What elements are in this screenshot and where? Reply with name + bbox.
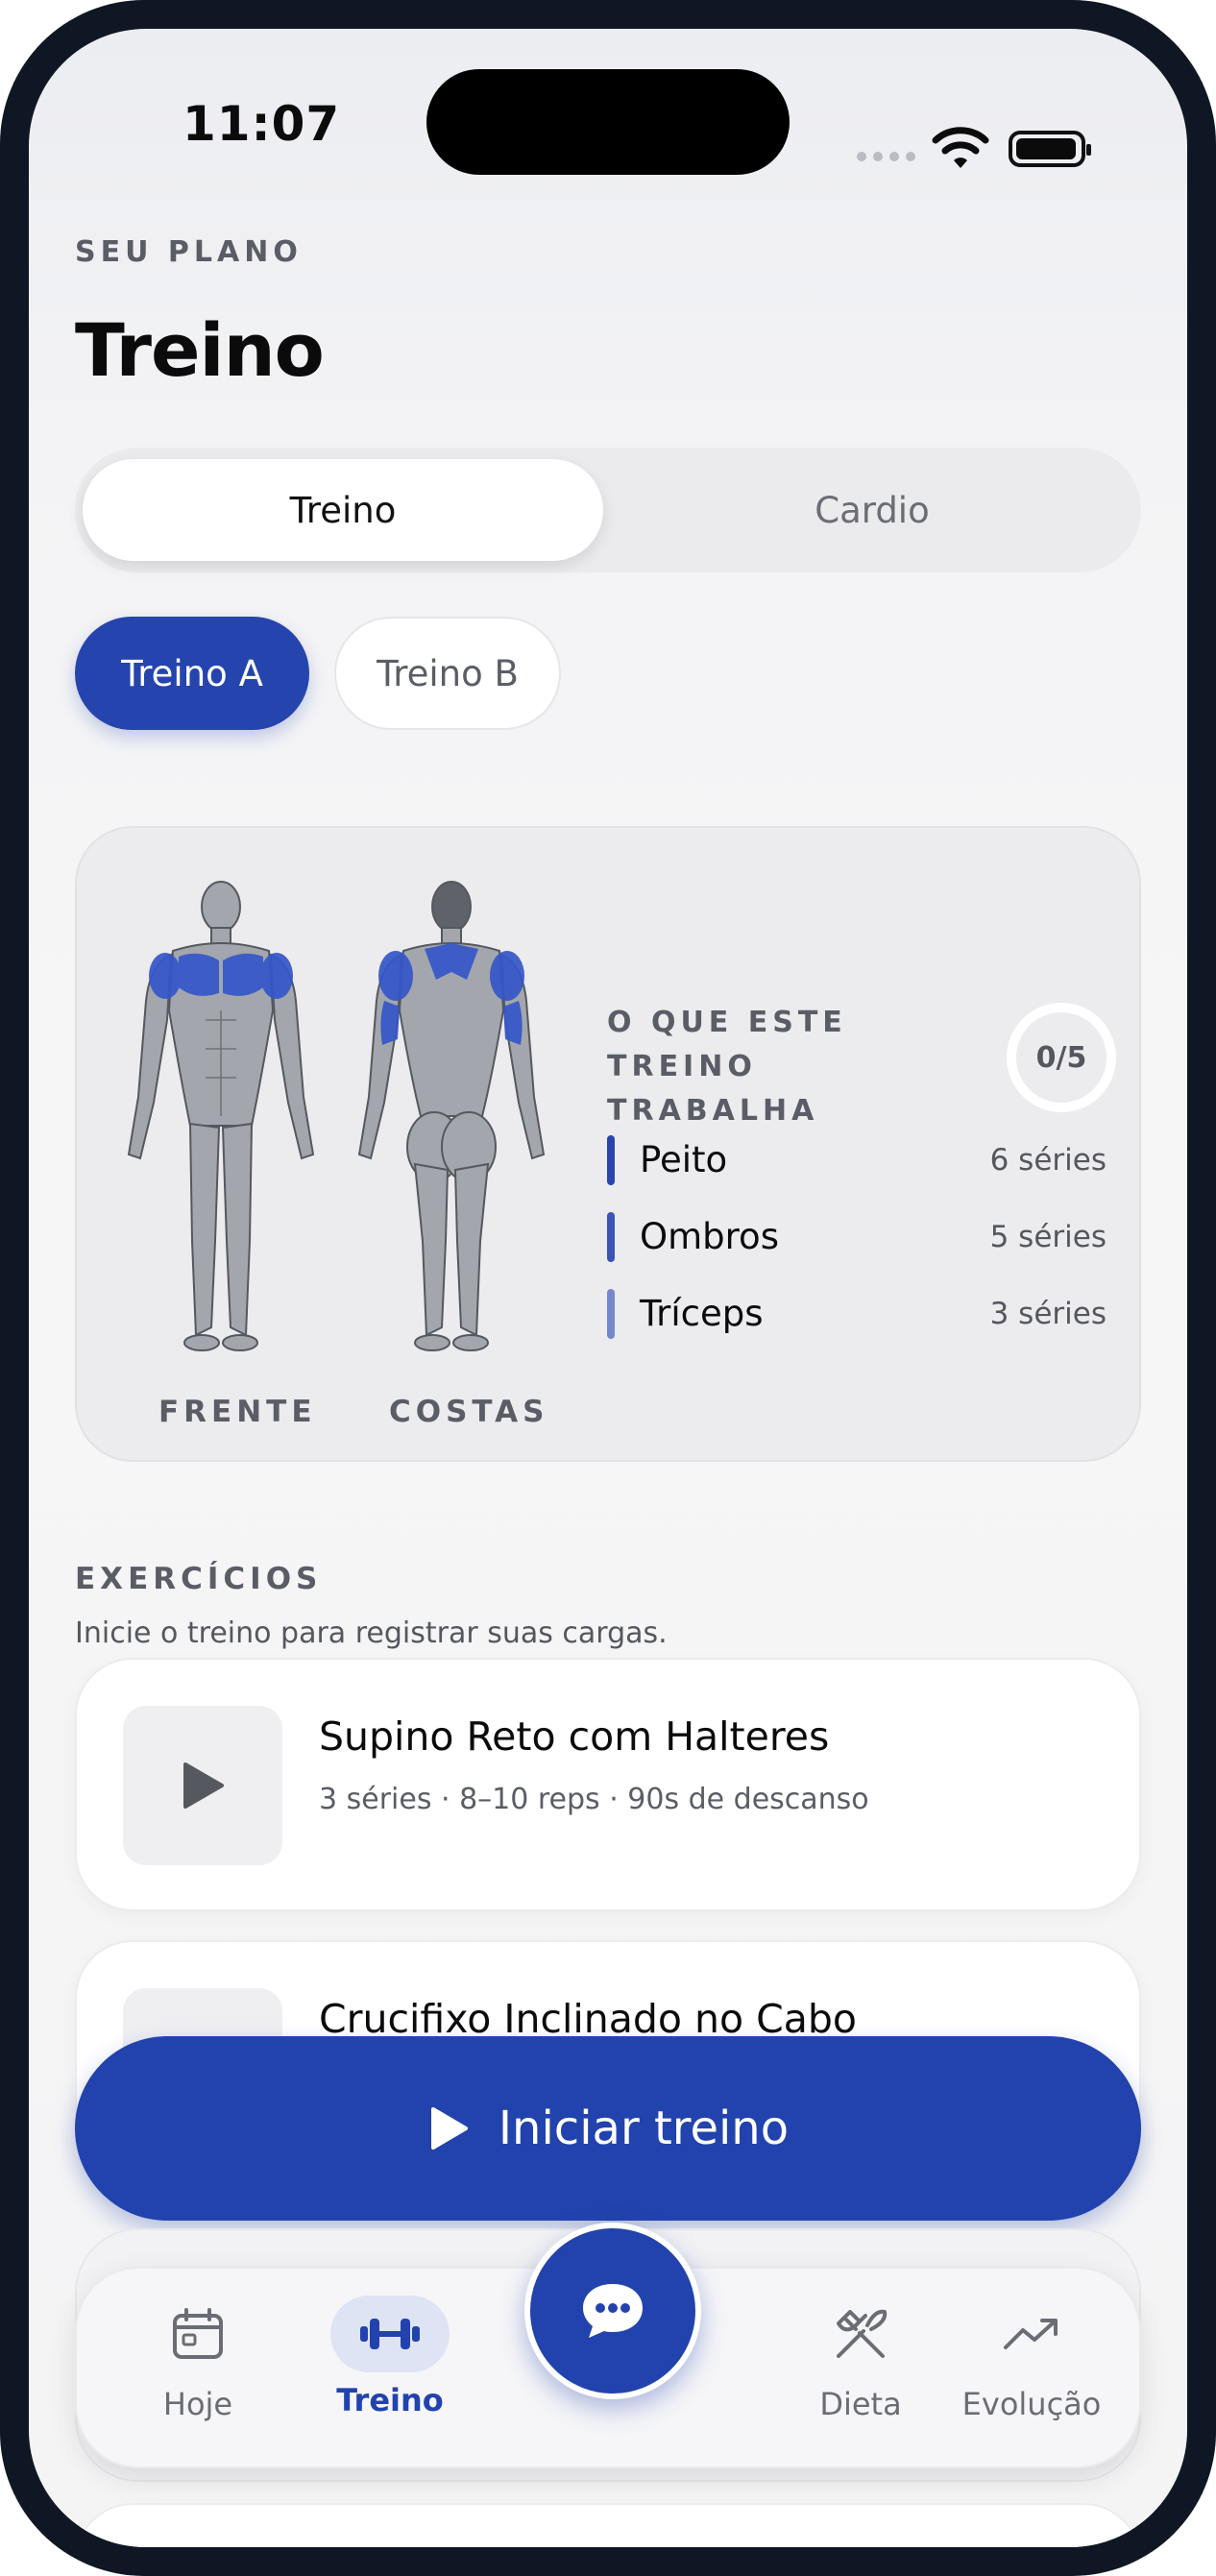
utensils-icon bbox=[837, 2309, 888, 2358]
app-screen: 11:07 SEU PLANO Treino Treino Cardio Tre… bbox=[29, 29, 1187, 2547]
calendar-icon bbox=[173, 2308, 223, 2359]
chip-treino-b[interactable]: Treino B bbox=[334, 617, 561, 730]
page-title: Treino bbox=[75, 307, 325, 393]
tab-label: Treino bbox=[336, 2382, 444, 2418]
exercises-heading: EXERCÍCIOS bbox=[75, 1562, 323, 1596]
segment-cardio[interactable]: Cardio bbox=[613, 459, 1131, 561]
tab-label: Evolução bbox=[961, 2386, 1102, 2422]
segment-treino[interactable]: Treino bbox=[83, 459, 603, 561]
back-label: COSTAS bbox=[389, 1395, 549, 1429]
exercise-card[interactable]: Supino Reto com Halteres 3 séries · 8–10… bbox=[75, 1658, 1141, 1911]
play-icon bbox=[183, 1762, 224, 1809]
status-time: 11:07 bbox=[182, 96, 341, 152]
segmented-control: Treino Cardio bbox=[75, 448, 1141, 572]
muscles-worked-title-line2: TRABALHA bbox=[607, 1094, 819, 1128]
tab-dieta[interactable]: Dieta bbox=[765, 2296, 957, 2449]
start-workout-label: Iniciar treino bbox=[498, 2102, 790, 2155]
exercise-card-peek bbox=[75, 2503, 1141, 2547]
exercise-name: Crucifixo Inclinado no Cabo bbox=[319, 1996, 857, 2042]
dynamic-island bbox=[426, 69, 790, 175]
muscle-name: Ombros bbox=[640, 1216, 779, 1257]
wifi-icon bbox=[932, 127, 989, 168]
tab-hoje[interactable]: Hoje bbox=[102, 2296, 294, 2449]
play-icon bbox=[430, 2107, 468, 2150]
muscles-worked-title-line1: O QUE ESTE TREINO bbox=[607, 1006, 847, 1083]
muscle-sets: 3 séries bbox=[989, 1297, 1107, 1331]
chat-button[interactable] bbox=[524, 2223, 701, 2399]
chat-icon bbox=[583, 2284, 643, 2338]
trend-up-icon bbox=[1004, 2319, 1058, 2349]
front-label: FRENTE bbox=[158, 1395, 317, 1429]
tab-label: Hoje bbox=[162, 2386, 233, 2422]
muscle-row-ombros: Ombros 5 séries bbox=[607, 1210, 1107, 1264]
body-front-figure bbox=[127, 881, 315, 1351]
muscle-bar bbox=[607, 1212, 615, 1262]
tab-treino[interactable]: Treino bbox=[294, 2296, 486, 2449]
battery-icon bbox=[1009, 131, 1091, 167]
tab-icon-wrap bbox=[972, 2296, 1091, 2372]
muscles-worked-title: O QUE ESTE TREINO TRABALHA bbox=[607, 1001, 982, 1133]
exercise-name: Supino Reto com Halteres bbox=[319, 1713, 830, 1760]
exercise-video-thumb[interactable] bbox=[123, 1706, 282, 1865]
tab-icon-wrap bbox=[330, 2296, 450, 2372]
tab-icon-wrap bbox=[801, 2296, 920, 2372]
tab-evolucao[interactable]: Evolução bbox=[936, 2296, 1128, 2449]
page-eyebrow: SEU PLANO bbox=[75, 235, 303, 269]
muscle-bar bbox=[607, 1135, 615, 1185]
progress-ring: 0/5 bbox=[1007, 1003, 1116, 1112]
tab-label: Dieta bbox=[819, 2386, 902, 2422]
chip-treino-a[interactable]: Treino A bbox=[75, 617, 309, 730]
exercises-subtitle: Inicie o treino para registrar suas carg… bbox=[75, 1616, 668, 1650]
cellular-signal-icon bbox=[857, 152, 915, 161]
muscle-row-triceps: Tríceps 3 séries bbox=[607, 1287, 1107, 1341]
muscle-sets: 6 séries bbox=[989, 1143, 1107, 1178]
body-back-figure bbox=[357, 881, 546, 1351]
exercise-meta: 3 séries · 8–10 reps · 90s de descanso bbox=[319, 1783, 869, 1816]
start-workout-button[interactable]: Iniciar treino bbox=[75, 2036, 1141, 2221]
muscle-bar bbox=[607, 1289, 615, 1339]
muscle-map-card: FRENTE COSTAS O QUE ESTE TREINO TRABALHA… bbox=[75, 826, 1141, 1462]
dumbbell-icon bbox=[360, 2319, 420, 2349]
muscle-name: Peito bbox=[640, 1139, 728, 1180]
muscle-name: Tríceps bbox=[640, 1293, 764, 1334]
muscle-sets: 5 séries bbox=[989, 1220, 1107, 1254]
muscle-row-peito: Peito 6 séries bbox=[607, 1133, 1107, 1187]
tab-icon-wrap bbox=[138, 2296, 257, 2372]
